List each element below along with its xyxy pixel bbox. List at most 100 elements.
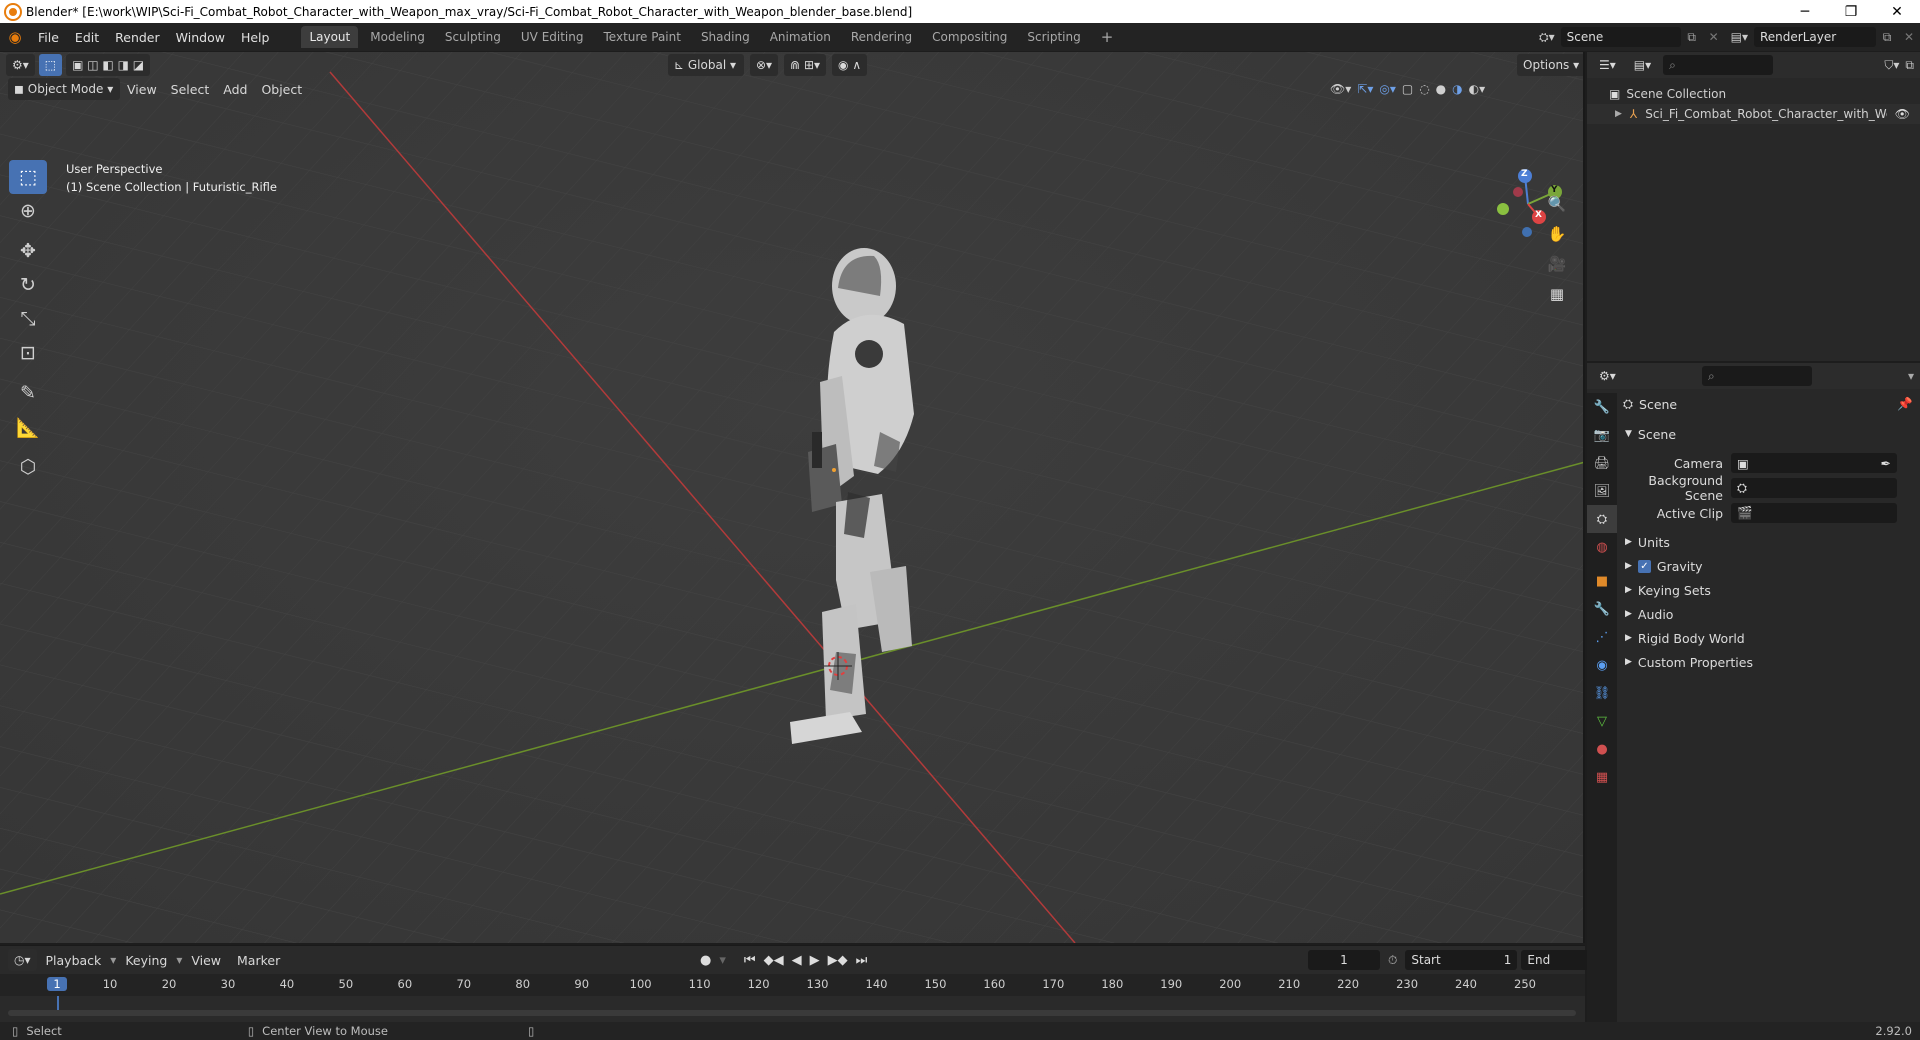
render-layer-field[interactable]: RenderLayer (1754, 27, 1876, 47)
restore-button[interactable]: ❐ (1828, 0, 1874, 23)
measure-tool-icon[interactable]: 📐 (9, 410, 47, 444)
annotate-tool-icon[interactable]: ✎ (9, 376, 47, 410)
scene-collection-label[interactable]: Scene Collection (1626, 87, 1726, 101)
new-collection-icon[interactable]: ⧉ (1905, 58, 1914, 73)
move-tool-icon[interactable]: ✥ (9, 234, 47, 268)
object-mode-dropdown[interactable]: ◼ Object Mode ▾ (8, 78, 120, 100)
transform-orientation-dropdown[interactable]: ⊾ Global ▾ (668, 54, 744, 76)
menu-help[interactable]: Help (233, 23, 278, 51)
outliner-search-field[interactable]: ⌕ (1663, 55, 1774, 75)
workspace-tab-rendering[interactable]: Rendering (843, 26, 920, 48)
camera-view-icon[interactable]: 🎥 (1543, 250, 1571, 278)
keying-sets-subpanel[interactable]: ▶ Keying Sets (1625, 579, 1711, 601)
workspace-tab-texture-paint[interactable]: Texture Paint (596, 26, 689, 48)
menu-file[interactable]: File (30, 23, 67, 51)
minimize-button[interactable]: ─ (1782, 0, 1828, 23)
view-layer-tab-icon[interactable]: 🖼 (1587, 477, 1617, 505)
workspace-tab-compositing[interactable]: Compositing (924, 26, 1015, 48)
properties-editor-type-icon[interactable]: ⚙▾ (1593, 365, 1622, 387)
properties-options-chevron-icon[interactable]: ▾ (1908, 369, 1914, 383)
rendered-shading-icon[interactable]: ◐▾ (1469, 82, 1486, 96)
timeline-editor-type-icon[interactable]: ◷▾ (8, 949, 37, 971)
blender-menu-icon[interactable]: ◉ (0, 28, 30, 46)
delete-layer-icon[interactable]: ✕ (1898, 30, 1920, 44)
output-tab-icon[interactable]: 🖨 (1587, 449, 1617, 477)
select-tool-icon[interactable]: ⬚ (9, 160, 47, 194)
texture-tab-icon[interactable]: ▦ (1587, 763, 1617, 791)
menu-window[interactable]: Window (168, 23, 233, 51)
menu-render[interactable]: Render (107, 23, 168, 51)
timeline-scrollbar[interactable] (8, 1010, 1576, 1016)
custom-properties-subpanel[interactable]: ▶ Custom Properties (1625, 651, 1753, 673)
expand-arrow-icon[interactable]: ▶ (1615, 109, 1622, 119)
overlay-toggle-icon[interactable]: ◎▾ (1379, 82, 1396, 96)
cursor-tool-icon[interactable]: ⊕ (9, 194, 47, 228)
preview-range-icon[interactable]: ⏱ (1388, 953, 1397, 968)
options-dropdown[interactable]: Options ▾ (1517, 54, 1583, 76)
scene-name-field[interactable]: Scene (1560, 27, 1681, 47)
workspace-tab-scripting[interactable]: Scripting (1019, 26, 1088, 48)
jump-end-icon[interactable]: ⏭ (856, 953, 868, 968)
display-mode-icon[interactable]: ▤▾ (1627, 54, 1658, 76)
workspace-tab-layout[interactable]: Layout (301, 26, 359, 48)
close-button[interactable]: ✕ (1874, 0, 1920, 23)
tool-tab-icon[interactable]: 🔧 (1587, 393, 1617, 421)
constraints-tab-icon[interactable]: ⛓ (1587, 679, 1617, 707)
new-scene-icon[interactable]: ⧉ (1681, 30, 1703, 45)
add-cube-tool-icon[interactable]: ⬡ (9, 450, 47, 484)
timeline-ruler[interactable]: 1 10 20 30 40 50 60 70 80 90 100 110 120 130 140 150 160… (0, 974, 1585, 996)
scene-tab-icon[interactable]: ⛭ (1587, 505, 1617, 533)
zoom-icon[interactable]: 🔍 (1543, 190, 1571, 218)
modifier-tab-icon[interactable]: 🔧 (1587, 595, 1617, 623)
timeline-menu-view[interactable]: View (184, 953, 228, 968)
viewport-menu-select[interactable]: Select (164, 82, 217, 97)
proportional-edit-icon[interactable]: ◉ ∧ (832, 54, 868, 76)
material-tab-icon[interactable]: ● (1587, 735, 1617, 763)
menu-edit[interactable]: Edit (67, 23, 107, 51)
pan-hand-icon[interactable]: ✋ (1543, 220, 1571, 248)
outliner-editor-type-icon[interactable]: ☰▾ (1593, 54, 1622, 76)
play-reverse-icon[interactable]: ◀ (792, 953, 802, 968)
new-layer-icon[interactable]: ⧉ (1876, 30, 1898, 45)
auto-key-icon[interactable]: ● (700, 953, 711, 968)
xray-toggle-icon[interactable]: ▢ (1402, 82, 1413, 96)
workspace-tab-modeling[interactable]: Modeling (362, 26, 433, 48)
workspace-tab-shading[interactable]: Shading (693, 26, 758, 48)
gravity-subpanel[interactable]: ▶ ✓ Gravity (1625, 555, 1703, 577)
audio-subpanel[interactable]: ▶ Audio (1625, 603, 1673, 625)
timeline-menu-playback[interactable]: Playback (39, 953, 109, 968)
delete-scene-icon[interactable]: ✕ (1703, 30, 1725, 44)
outliner-editor[interactable]: ☰▾ ▤▾ ⌕ ⛉▾ ⧉ ▣ Scene Collection ▶ ⅄ Sci_… (1587, 52, 1920, 361)
pin-icon[interactable]: 📌 (1897, 396, 1913, 412)
properties-search-field[interactable]: ⌕ (1701, 366, 1812, 386)
visibility-eye-icon[interactable]: 👁 (1895, 107, 1910, 121)
gravity-checkbox[interactable]: ✓ (1637, 559, 1651, 573)
current-frame-field[interactable]: 1 (1308, 950, 1380, 970)
workspace-tab-sculpting[interactable]: Sculpting (437, 26, 509, 48)
scene-panel-header[interactable]: ▼ Scene (1625, 423, 1915, 445)
play-icon[interactable]: ▶ (810, 953, 820, 968)
particles-tab-icon[interactable]: ⋰ (1587, 623, 1617, 651)
camera-field[interactable]: ▣ ✒ (1731, 453, 1897, 473)
object-tab-icon[interactable]: ■ (1587, 567, 1617, 595)
gizmo-toggle-icon[interactable]: ⇱▾ (1357, 82, 1373, 96)
add-workspace-button[interactable]: + (1093, 26, 1122, 48)
next-keyframe-icon[interactable]: ▶◆ (828, 953, 848, 968)
snap-toggle-icon[interactable]: ⋒ ⊞▾ (784, 54, 827, 76)
data-tab-icon[interactable]: ▽ (1587, 707, 1617, 735)
active-clip-field[interactable]: 🎬 (1731, 503, 1897, 523)
scene-selector-icon[interactable]: ⛭▾ (1539, 30, 1555, 45)
solid-shading-icon[interactable]: ● (1436, 82, 1446, 96)
visibility-icon[interactable]: 👁▾ (1330, 82, 1351, 96)
editor-type-icon[interactable]: ⚙▾ (6, 54, 35, 76)
background-scene-field[interactable]: ⛭ (1731, 478, 1897, 498)
rotate-tool-icon[interactable]: ↻ (9, 268, 47, 302)
start-frame-field[interactable]: Start 1 (1405, 950, 1518, 970)
physics-tab-icon[interactable]: ◉ (1587, 651, 1617, 679)
scale-tool-icon[interactable]: ⤡ (9, 302, 47, 336)
eyedropper-icon[interactable]: ✒ (1881, 456, 1891, 471)
transform-tool-icon[interactable]: ⊡ (9, 336, 47, 370)
units-subpanel[interactable]: ▶ Units (1625, 531, 1670, 553)
workspace-tab-uv-editing[interactable]: UV Editing (513, 26, 592, 48)
jump-start-icon[interactable]: ⏮ (744, 953, 756, 968)
